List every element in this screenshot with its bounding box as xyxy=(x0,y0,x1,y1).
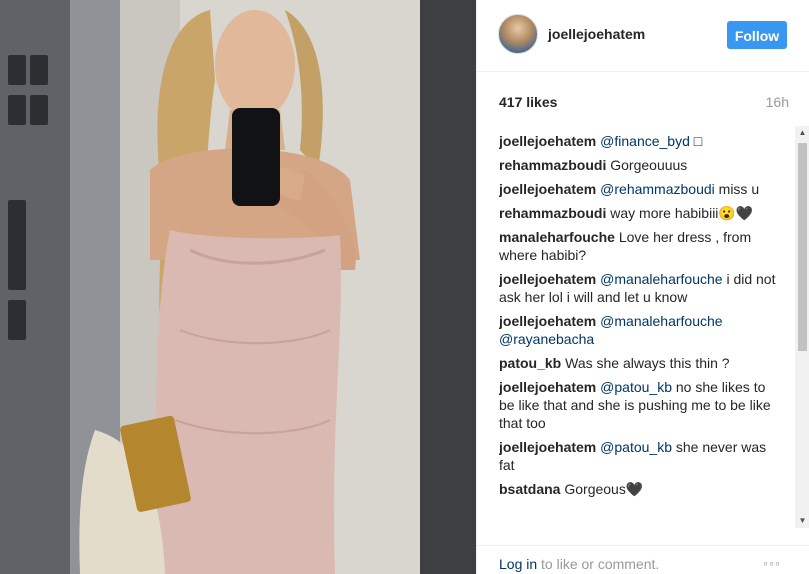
comment-text: □ xyxy=(689,133,703,149)
post-side-panel: joellejoehatem Follow 417 likes 16h joel… xyxy=(476,0,809,574)
follow-button[interactable]: Follow xyxy=(727,21,787,49)
comment-username[interactable]: rehammazboudi xyxy=(499,205,606,221)
scroll-thumb[interactable] xyxy=(798,143,807,351)
post-photo[interactable] xyxy=(0,0,476,574)
comment-username[interactable]: joellejoehatem xyxy=(499,133,596,149)
post-header: joellejoehatem Follow xyxy=(477,0,809,72)
post-timestamp[interactable]: 16h xyxy=(766,94,789,110)
likes-count[interactable]: 417 likes xyxy=(499,94,557,110)
comment-username[interactable]: manaleharfouche xyxy=(499,229,615,245)
comment-item: bsatdana Gorgeous🖤 xyxy=(499,480,784,498)
comment-item: joellejoehatem @finance_byd □ xyxy=(499,132,784,150)
comment-item: joellejoehatem @rehammazboudi miss u xyxy=(499,180,784,198)
comment-mention[interactable]: @patou_kb xyxy=(600,379,672,395)
comment-username[interactable]: joellejoehatem xyxy=(499,271,596,287)
comment-mention[interactable]: @patou_kb xyxy=(600,439,672,455)
comment-mention[interactable]: @manaleharfouche xyxy=(600,271,722,287)
more-options-icon[interactable]: ◦◦◦ xyxy=(763,555,781,571)
login-prompt-text: to like or comment. xyxy=(537,556,660,572)
comment-username[interactable]: joellejoehatem xyxy=(499,379,596,395)
comment-text: Gorgeous🖤 xyxy=(564,481,644,497)
comment-item: joellejoehatem @patou_kb no she likes to… xyxy=(499,378,784,432)
comments-list: joellejoehatem @finance_byd □ rehammazbou… xyxy=(499,132,784,525)
comment-mention[interactable]: @finance_byd xyxy=(600,133,690,149)
comment-username[interactable]: joellejoehatem xyxy=(499,439,596,455)
comment-username[interactable]: patou_kb xyxy=(499,355,561,371)
comment-text: way more habibiii😮🖤 xyxy=(610,205,754,221)
comments-scrollbar[interactable]: ▲ ▼ xyxy=(795,126,809,528)
avatar[interactable] xyxy=(498,14,538,54)
post-username[interactable]: joellejoehatem xyxy=(548,26,645,42)
likes-row: 417 likes 16h xyxy=(499,94,789,114)
post-footer: Log in to like or comment. ◦◦◦ xyxy=(477,545,809,574)
comment-item: joellejoehatem @manaleharfouche i did no… xyxy=(499,270,784,306)
comment-username[interactable]: bsatdana xyxy=(499,481,560,497)
comment-text: Was she always this thin ? xyxy=(565,355,730,371)
comment-item: joellejoehatem @manaleharfouche @rayaneb… xyxy=(499,312,784,348)
scroll-up-arrow-icon[interactable]: ▲ xyxy=(795,126,809,140)
login-prompt: Log in to like or comment. xyxy=(499,556,659,572)
comment-item: rehammazboudi way more habibiii😮🖤 xyxy=(499,204,784,222)
comment-item: joellejoehatem @patou_kb she never was f… xyxy=(499,438,784,474)
comment-username[interactable]: rehammazboudi xyxy=(499,157,606,173)
post-photo-illustration xyxy=(0,0,476,574)
login-link[interactable]: Log in xyxy=(499,556,537,572)
comment-text: Gorgeouuus xyxy=(610,157,688,173)
comment-item: manaleharfouche Love her dress , from wh… xyxy=(499,228,784,264)
comment-mention[interactable]: @rehammazboudi xyxy=(600,181,715,197)
scroll-down-arrow-icon[interactable]: ▼ xyxy=(795,514,809,528)
comment-item: patou_kb Was she always this thin ? xyxy=(499,354,784,372)
comment-username[interactable]: joellejoehatem xyxy=(499,181,596,197)
comment-text: miss u xyxy=(714,181,760,197)
comment-username[interactable]: joellejoehatem xyxy=(499,313,596,329)
comment-item: rehammazboudi Gorgeouuus xyxy=(499,156,784,174)
